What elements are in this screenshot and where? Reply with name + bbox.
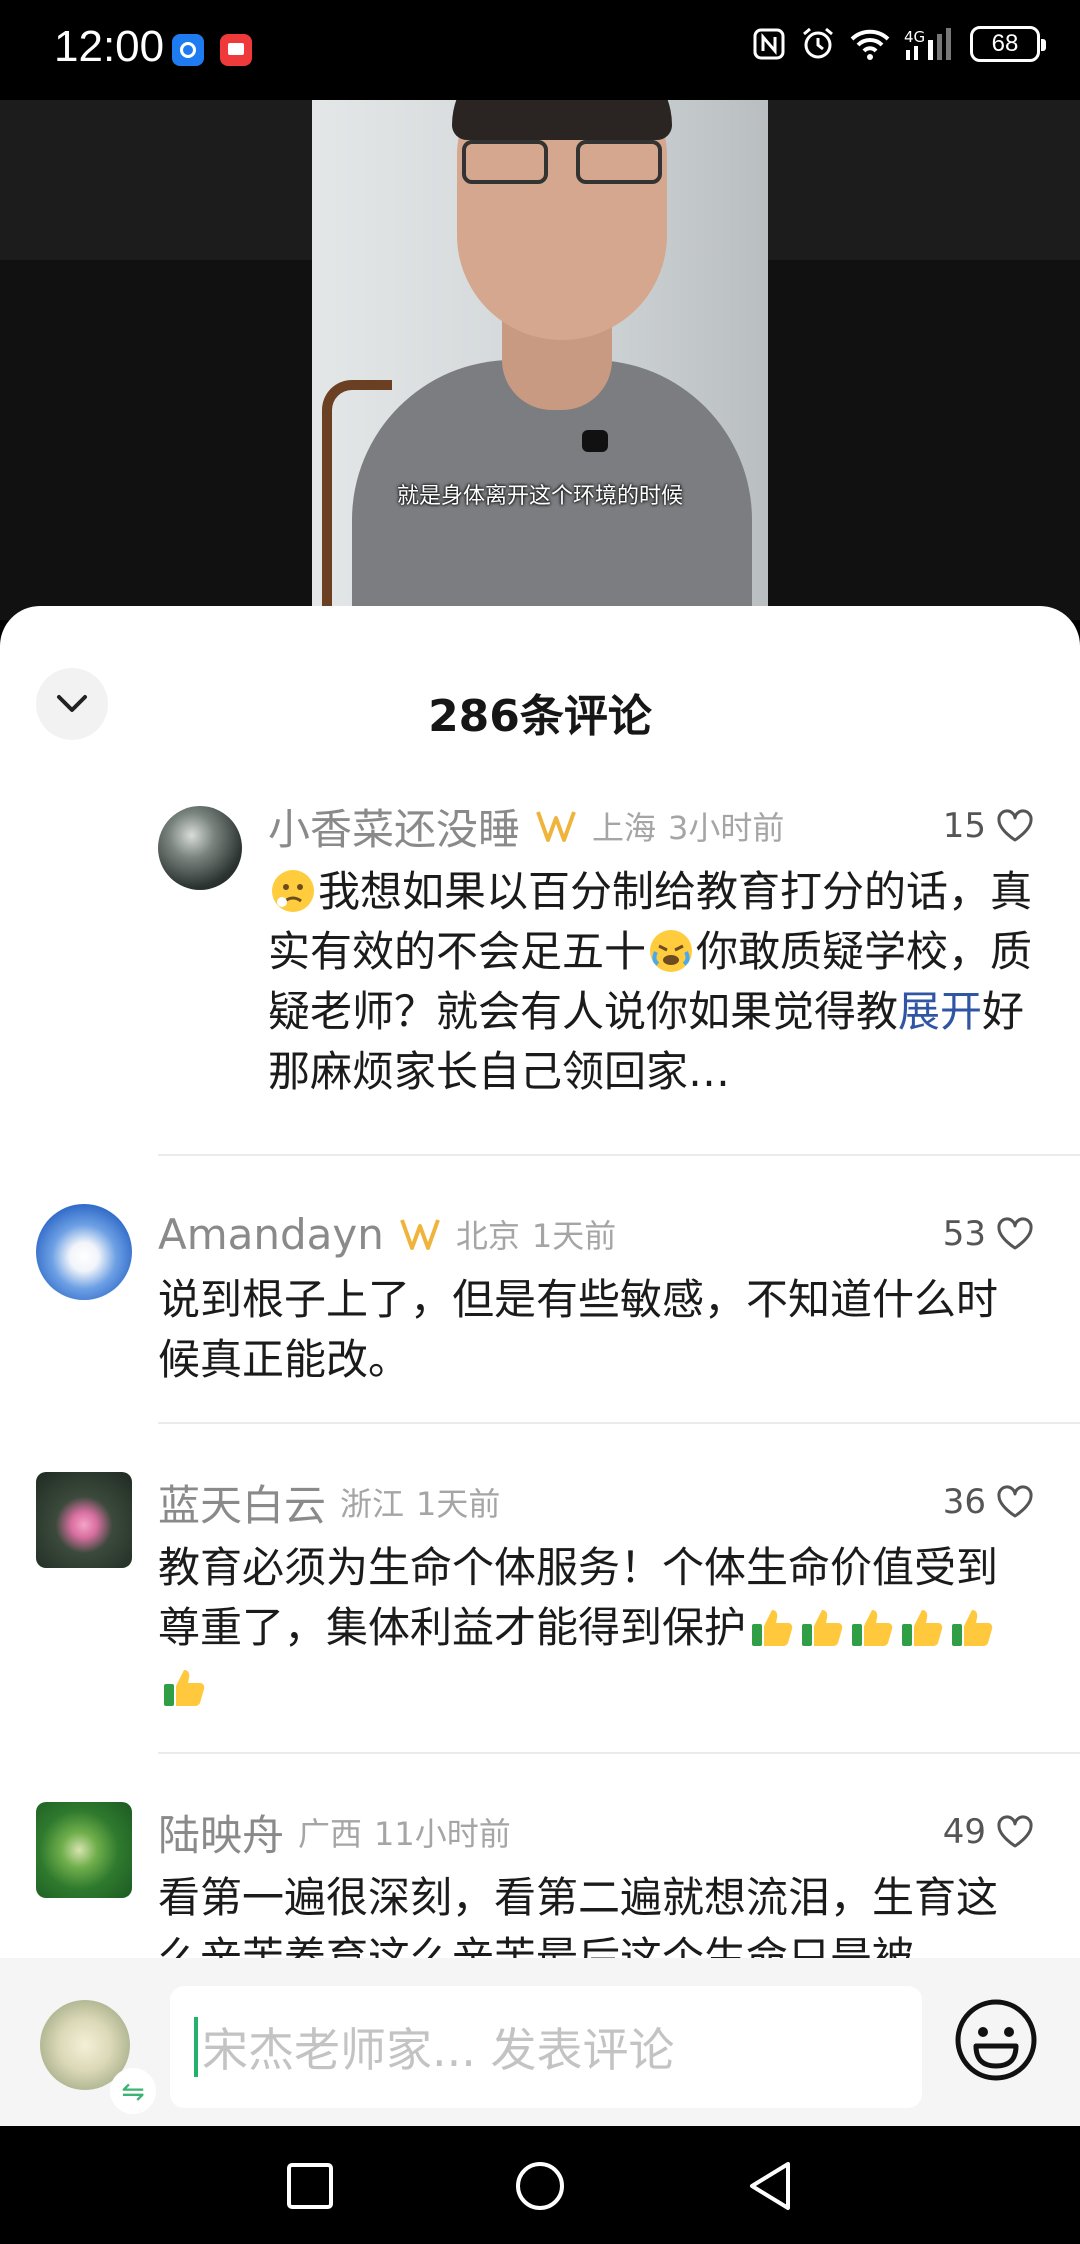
comment-input[interactable]: 宋杰老师家... 发表评论 [170, 1986, 922, 2108]
comments-sheet: 286条评论 小香菜还没睡 上海 3小时前 15 我想如果以百分制给教育打分的话，… [0, 606, 1080, 2126]
comment-author[interactable]: 小香菜还没睡 [268, 796, 520, 857]
vip-badge-icon [534, 808, 578, 844]
comment-input-bar: ⇋ 宋杰老师家... 发表评论 [0, 1958, 1080, 2126]
status-time: 12:00 [54, 22, 165, 71]
like-count: 53 [942, 1214, 986, 1254]
comment-author[interactable]: Amandayn [158, 1210, 384, 1259]
video-subtitle: 就是身体离开这个环境的时候 [396, 484, 683, 509]
status-icons: 4G 68 [752, 26, 1046, 62]
comment-text: 我想如果以百分制给教育打分的话，真实有效的不会足五十 你敢质疑学校，质疑老师？就会… [268, 867, 1033, 1096]
status-bar: 12:00 4G 68 [0, 0, 1080, 100]
comment-input-placeholder: 宋杰老师家... 发表评论 [202, 2023, 675, 2077]
comment-location: 上海 [592, 809, 657, 847]
comment-time: 1天前 [416, 1485, 501, 1523]
alarm-icon [803, 27, 833, 59]
heart-icon [997, 1217, 1033, 1250]
like-count: 36 [942, 1482, 986, 1522]
avatar[interactable] [36, 1472, 132, 1568]
thumbs-up-emoji-icon [164, 1670, 205, 1706]
comment-time: 1天前 [531, 1217, 617, 1255]
comment-author[interactable]: 蓝天白云 [158, 1472, 326, 1533]
svg-text:4G: 4G [904, 28, 925, 46]
battery-icon: 68 [970, 26, 1046, 62]
heart-icon [997, 1485, 1033, 1518]
avatar[interactable] [36, 1204, 132, 1300]
divider [158, 1752, 1080, 1754]
comment-text: 教育必须为生命个体服务！个体生命价值受到尊重了，集体利益才能得到保护 [158, 1538, 1034, 1718]
app-notification-icon [172, 34, 204, 66]
divider [158, 1154, 1080, 1156]
like-button[interactable]: 49 [943, 1812, 1034, 1852]
comment-text: 说到根子上了，但是有些敏感，不知道什么时候真正能改。 [158, 1275, 999, 1384]
like-button[interactable]: 53 [943, 1214, 1034, 1254]
divider [158, 1422, 1080, 1424]
thumbs-up-emoji-icon [952, 1610, 993, 1646]
system-nav-bar [0, 2126, 1080, 2244]
comment-author[interactable]: 陆映舟 [158, 1802, 284, 1863]
thumbs-up-emoji-icon [852, 1610, 893, 1646]
comment-location: 浙江 [340, 1485, 405, 1523]
comment-time: 3小时前 [668, 809, 785, 847]
thumbs-up-emoji-icon [752, 1610, 793, 1646]
recent-apps-icon[interactable] [284, 2160, 336, 2212]
swap-identity-icon[interactable]: ⇋ [110, 2068, 156, 2114]
avatar[interactable] [36, 1802, 132, 1898]
emoji-picker-icon[interactable] [954, 1998, 1038, 2082]
4g-signal-icon: 4G [904, 28, 951, 60]
video-player[interactable]: 就是身体离开这个环境的时候 [0, 100, 1080, 620]
comment-location: 广西 [298, 1815, 363, 1853]
comment-location: 北京 [455, 1217, 520, 1255]
thumbs-up-emoji-icon [802, 1610, 843, 1646]
wifi-icon [850, 29, 890, 60]
message-notification-icon [220, 34, 252, 66]
sad-face-emoji-icon [272, 870, 314, 912]
like-button[interactable]: 36 [943, 1482, 1034, 1522]
like-button[interactable]: 15 [943, 806, 1034, 846]
vip-badge-icon [398, 1216, 442, 1252]
heart-icon [997, 1815, 1033, 1848]
nfc-icon [753, 28, 785, 60]
avatar[interactable] [158, 806, 242, 890]
comments-count-title: 286条评论 [428, 691, 652, 742]
comment-time: 11小时前 [374, 1815, 511, 1853]
heart-icon [997, 809, 1033, 842]
crying-face-emoji-icon [650, 930, 693, 972]
video-frame: 就是身体离开这个环境的时候 [312, 100, 768, 620]
back-icon[interactable] [744, 2160, 796, 2212]
thumbs-up-emoji-icon [902, 1610, 943, 1646]
like-count: 49 [942, 1812, 986, 1852]
home-icon[interactable] [514, 2160, 566, 2212]
like-count: 15 [942, 806, 986, 846]
text-cursor [194, 2017, 198, 2077]
expand-link[interactable]: 展开 [898, 987, 982, 1036]
